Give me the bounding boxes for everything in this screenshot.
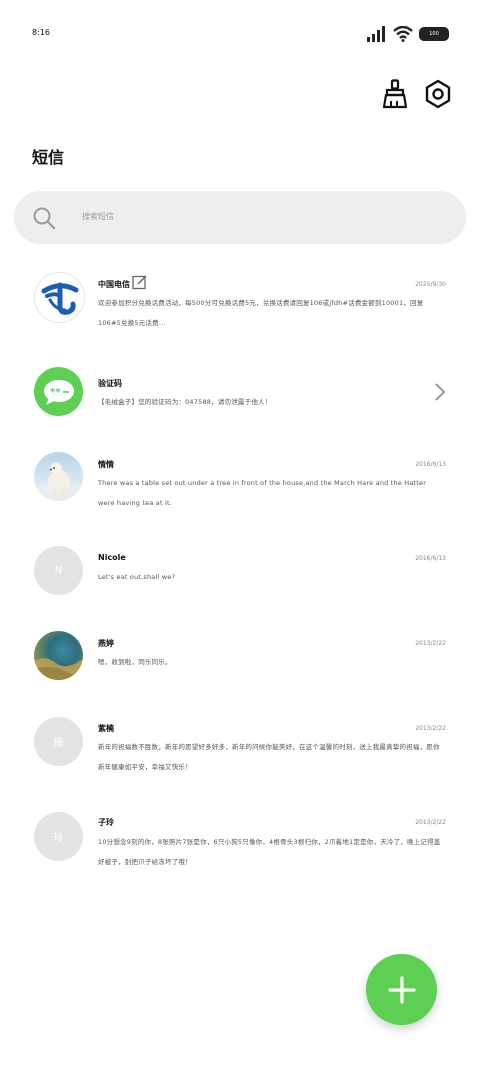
- message-date: 2025/9/30: [415, 281, 446, 288]
- battery-level: 100: [429, 31, 439, 37]
- avatar-letter: 楠: [34, 717, 83, 766]
- landscape-photo: [34, 658, 83, 680]
- sender-name: 紫楠: [98, 724, 114, 733]
- sender-name: 子玲: [98, 818, 114, 827]
- message-row[interactable]: 玲 子玲 2013/2/22 10分想念9刻的你，8张照片7张是你，6只小狗5只…: [0, 810, 480, 904]
- status-icons: 100: [367, 24, 449, 44]
- search-bar[interactable]: 搜索短信: [14, 191, 466, 244]
- message-row[interactable]: N Nicole 2016/6/13 Let's eat out,shall w…: [0, 545, 480, 639]
- message-date: 2013/2/22: [415, 725, 446, 732]
- sender-name: 燕婷: [98, 639, 114, 648]
- sender-name: 情情: [98, 460, 114, 469]
- message-date: 2013/2/22: [415, 819, 446, 826]
- message-row[interactable]: 燕婷 2013/2/22 嗯，收到啦，同乐同乐。: [0, 631, 480, 725]
- avatar-letter: N: [34, 546, 83, 595]
- avatar-landscape: [34, 631, 83, 680]
- sender-name: 中国电信: [98, 280, 130, 289]
- sender-name: 验证码: [98, 379, 122, 388]
- settings-hex-icon: [425, 79, 451, 109]
- search-icon: [33, 207, 56, 230]
- status-bar: 8:16 100: [0, 0, 480, 66]
- page-title: 短信: [32, 148, 65, 167]
- polar-bear-photo: [34, 462, 83, 501]
- signal-icon: [367, 26, 385, 42]
- avatar-letter: 玲: [34, 812, 83, 861]
- clean-button[interactable]: [379, 78, 411, 110]
- plus-icon: [387, 975, 416, 1004]
- message-row[interactable]: 中国电信 2025/9/30 欢迎参加积分兑换话费活动，每500分可兑换话费5元…: [0, 265, 480, 359]
- svg-text:**: **: [50, 387, 61, 398]
- broom-icon: [382, 79, 408, 109]
- search-input[interactable]: 搜索短信: [82, 211, 114, 222]
- message-row[interactable]: ** 验证码 【毛绒盒子】您的验证码为：047588，请勿泄露于他人！: [0, 362, 480, 456]
- chevron-right-icon[interactable]: [434, 382, 446, 402]
- new-message-button[interactable]: [366, 954, 437, 1025]
- message-preview: Let's eat out,shall we?: [98, 573, 176, 581]
- avatar-china-telecom: [34, 272, 85, 323]
- message-preview: 【毛绒盒子】您的验证码为：047588，请勿泄露于他人！: [98, 398, 272, 406]
- china-telecom-logo: [41, 282, 78, 315]
- status-time: 8:16: [32, 28, 50, 37]
- battery-icon: 100: [419, 27, 449, 41]
- message-preview: 10分想念9刻的你，8张照片7张是你，6只小狗5只像你，4根骨头3根归你，2爪着…: [98, 838, 441, 866]
- avatar-verification: **: [34, 367, 83, 416]
- message-date: 2016/6/13: [415, 461, 446, 468]
- sender-name: Nicole: [98, 553, 126, 562]
- message-date: 2013/2/22: [415, 640, 446, 647]
- wifi-icon: [393, 26, 413, 42]
- message-preview: There was a table set out under a tree i…: [98, 479, 427, 507]
- message-preview: 新年的祝福数不胜数，新年的愿望好多好多，新年的问候你能美好，在这个温馨的时刻，送…: [98, 743, 440, 771]
- settings-button[interactable]: [422, 78, 454, 110]
- message-date: 2016/6/13: [415, 555, 446, 562]
- avatar-polar-bear: [34, 452, 83, 501]
- message-row[interactable]: 楠 紫楠 2013/2/22 新年的祝福数不胜数，新年的愿望好多好多，新年的问候…: [0, 716, 480, 810]
- sms-code-icon: **: [43, 379, 74, 405]
- message-row[interactable]: 情情 2016/6/13 There was a table set out u…: [0, 449, 480, 543]
- message-preview: 欢迎参加积分兑换话费活动，每500分可兑换话费5元，兑换话费请回复106或jfd…: [98, 299, 424, 327]
- message-preview: 嗯，收到啦，同乐同乐。: [98, 658, 172, 666]
- edit-icon[interactable]: [132, 274, 148, 290]
